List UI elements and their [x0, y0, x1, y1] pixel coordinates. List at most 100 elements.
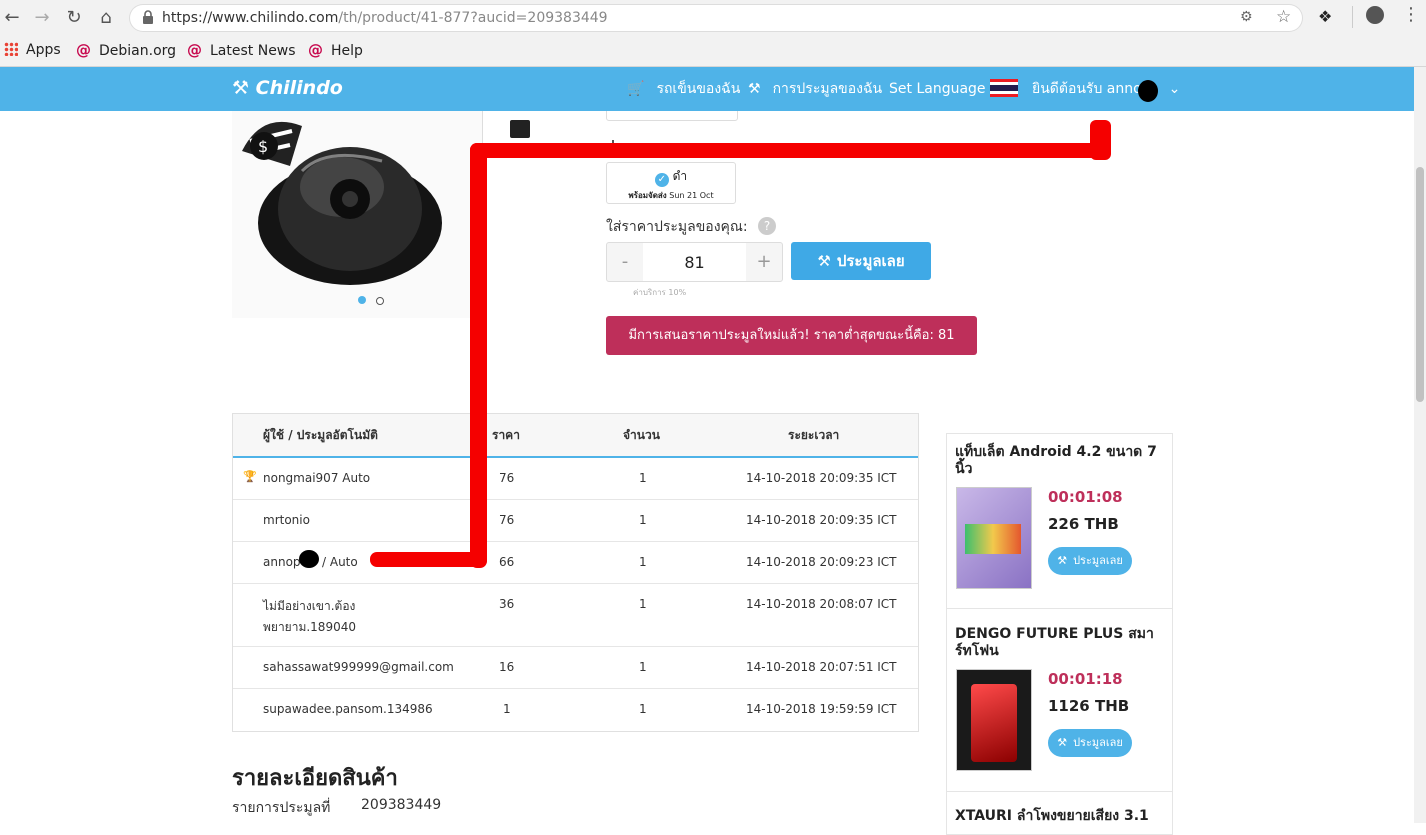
user-menu[interactable]: ยินดีต้อนรับ annop ⌄ [1032, 67, 1180, 111]
back-icon[interactable]: ← [0, 6, 24, 30]
bid-user: sahassawat999999@gmail.com [263, 660, 454, 674]
carousel-dot-active[interactable] [358, 296, 366, 304]
redaction-dot [1138, 80, 1158, 102]
gavel-icon: ⚒ [1057, 736, 1068, 749]
gavel-icon: ⚒ [1057, 554, 1068, 567]
auction-card[interactable]: แท็บเล็ต Android 4.2 ขนาด 7 นิ้ว 00:01:0… [947, 434, 1172, 609]
bid-time: 14-10-2018 20:09:35 ICT [746, 471, 897, 485]
product-image[interactable]: $ [232, 111, 483, 318]
product-details-title: รายละเอียดสินค้า [232, 766, 398, 791]
bookmark-debian[interactable]: @ Debian.org [76, 36, 176, 66]
thumbnail-image[interactable] [510, 120, 530, 138]
new-bid-alert: มีการเสนอราคาประมูลใหม่แล้ว! ราคาต่ำสุดข… [606, 316, 977, 355]
bid-user-line2: พยายาม.189040 [263, 620, 356, 634]
translate-blocked-icon[interactable]: ⚙ [1240, 9, 1253, 25]
ship-date: Sun 21 Oct [669, 191, 714, 200]
bid-price: 16 [499, 660, 515, 674]
countdown-timer: 00:01:08 [1048, 488, 1123, 506]
decrement-button[interactable]: - [607, 243, 643, 281]
annotation-line [470, 143, 487, 568]
set-language-link[interactable]: Set Language [889, 67, 1018, 111]
table-row: sahassawat999999@gmail.com 16 1 14-10-20… [233, 647, 918, 689]
increment-button[interactable]: + [746, 243, 782, 281]
lock-icon [143, 10, 153, 24]
auction-card-title[interactable]: แท็บเล็ต Android 4.2 ขนาด 7 นิ้ว [955, 444, 1160, 478]
home-icon[interactable]: ⌂ [94, 6, 118, 30]
bookmark-star-icon[interactable]: ☆ [1276, 7, 1291, 27]
col-time: ระยะเวลา [788, 428, 840, 442]
bid-history-table: ผู้ใช้ / ประมูลอัตโนมัติ ราคา จำนวน ระยะ… [232, 413, 919, 732]
bid-time: 14-10-2018 20:07:51 ICT [746, 660, 897, 674]
bid-user: annop [263, 555, 301, 569]
table-row: supawadee.pansom.134986 1 1 14-10-2018 1… [233, 689, 918, 730]
bid-qty: 1 [639, 555, 647, 569]
col-price: ราคา [492, 428, 520, 442]
auction-card-title[interactable]: XTAURI ลำโพงขยายเสียง 3.1 [955, 808, 1165, 825]
service-fee-note: ค่าบริการ 10% [633, 288, 687, 297]
auction-card[interactable]: DENGO FUTURE PLUS สมาร์ทโฟน 00:01:18 112… [947, 609, 1172, 792]
debian-swirl-icon: @ [308, 41, 323, 59]
bid-user: mrtonio [263, 513, 310, 527]
forward-icon[interactable]: → [30, 6, 54, 30]
reload-icon[interactable]: ↻ [62, 6, 86, 30]
check-circle-icon: ✓ [654, 173, 669, 187]
profile-avatar-icon[interactable] [1366, 6, 1384, 24]
bookmarks-bar: Apps @ Debian.org @ Latest News @ Help [0, 36, 1426, 67]
browser-toolbar: ← → ↻ ⌂ https://www.chilindo.com/th/prod… [0, 0, 1426, 36]
bid-time: 14-10-2018 20:09:23 ICT [746, 555, 897, 569]
cart-link[interactable]: 🛒 รถเข็นของฉัน [627, 67, 740, 111]
site-header: ⚒ Chilindo 🛒 รถเข็นของฉัน ⚒ การประมูลของฉั… [0, 67, 1414, 111]
bid-now-button[interactable]: ⚒ ประมูลเลย [1048, 729, 1132, 757]
bid-user: ไม่มีอย่างเขา.ต้อง [263, 599, 356, 613]
apps-grid-icon [4, 42, 18, 56]
bookmark-latest-news[interactable]: @ Latest News [187, 36, 296, 66]
svg-text:$: $ [258, 137, 268, 156]
col-user: ผู้ใช้ / ประมูลอัตโนมัติ [263, 428, 378, 442]
current-price: 226 THB [1048, 515, 1119, 533]
table-row: mrtonio 76 1 14-10-2018 20:09:35 ICT [233, 500, 918, 542]
countdown-timer: 00:01:18 [1048, 670, 1123, 688]
bid-amount-input[interactable] [643, 243, 746, 281]
bid-now-button[interactable]: ⚒ ประมูลเลย [791, 242, 931, 280]
bid-price: 76 [499, 471, 515, 485]
table-header: ผู้ใช้ / ประมูลอัตโนมัติ ราคา จำนวน ระยะ… [233, 414, 918, 458]
bid-price: 66 [499, 555, 515, 569]
gavel-icon: ⚒ [232, 77, 250, 99]
bid-qty: 1 [639, 702, 647, 716]
dome-camera-image: $ [232, 111, 482, 318]
help-icon[interactable]: ? [758, 217, 776, 235]
my-bids-link[interactable]: ⚒ การประมูลของฉัน [748, 67, 882, 111]
bid-user: supawadee.pansom.134986 [263, 702, 433, 716]
related-auctions-panel: แท็บเล็ต Android 4.2 ขนาด 7 นิ้ว 00:01:0… [946, 433, 1173, 835]
bid-now-button[interactable]: ⚒ ประมูลเลย [1048, 547, 1132, 575]
debian-swirl-icon: @ [187, 41, 202, 59]
phone-image[interactable] [956, 669, 1032, 771]
bid-stepper: - + [606, 242, 783, 282]
bid-price: 76 [499, 513, 515, 527]
cart-icon: 🛒 [627, 81, 645, 97]
bid-qty: 1 [639, 471, 647, 485]
scrollbar-thumb[interactable] [1416, 167, 1424, 402]
menu-kebab-icon[interactable]: ⋮ [1402, 4, 1420, 25]
chilindo-logo[interactable]: ⚒ Chilindo [232, 77, 343, 99]
col-qty: จำนวน [623, 428, 660, 442]
chevron-down-icon: ⌄ [1168, 81, 1181, 97]
bookmark-apps[interactable]: Apps [4, 36, 61, 66]
table-row: annop / Auto 66 1 14-10-2018 20:09:23 IC… [233, 542, 918, 584]
trophy-icon: 🏆 [243, 470, 257, 483]
auction-card-title[interactable]: DENGO FUTURE PLUS สมาร์ทโฟน [955, 626, 1165, 660]
gavel-icon: ⚒ [748, 81, 761, 97]
ship-label: พร้อมจัดส่ง [628, 191, 667, 200]
url-text: https://www.chilindo.com/th/product/41-8… [162, 10, 608, 26]
bid-user-auto: / Auto [322, 555, 358, 569]
color-option-selected[interactable]: ✓ ดำ พร้อมจัดส่ง Sun 21 Oct [606, 162, 736, 204]
tablet-image[interactable] [956, 487, 1032, 589]
address-bar[interactable]: https://www.chilindo.com/th/product/41-8… [130, 5, 1302, 31]
table-row: ไม่มีอย่างเขา.ต้อง พยายาม.189040 36 1 14… [233, 584, 918, 647]
annotation-line [470, 143, 1111, 158]
carousel-dot[interactable] [376, 297, 384, 305]
page-scrollbar[interactable] [1414, 67, 1426, 823]
gavel-icon: ⚒ [817, 252, 831, 270]
extension-icon[interactable]: ❖ [1318, 7, 1332, 26]
bookmark-help[interactable]: @ Help [308, 36, 363, 66]
